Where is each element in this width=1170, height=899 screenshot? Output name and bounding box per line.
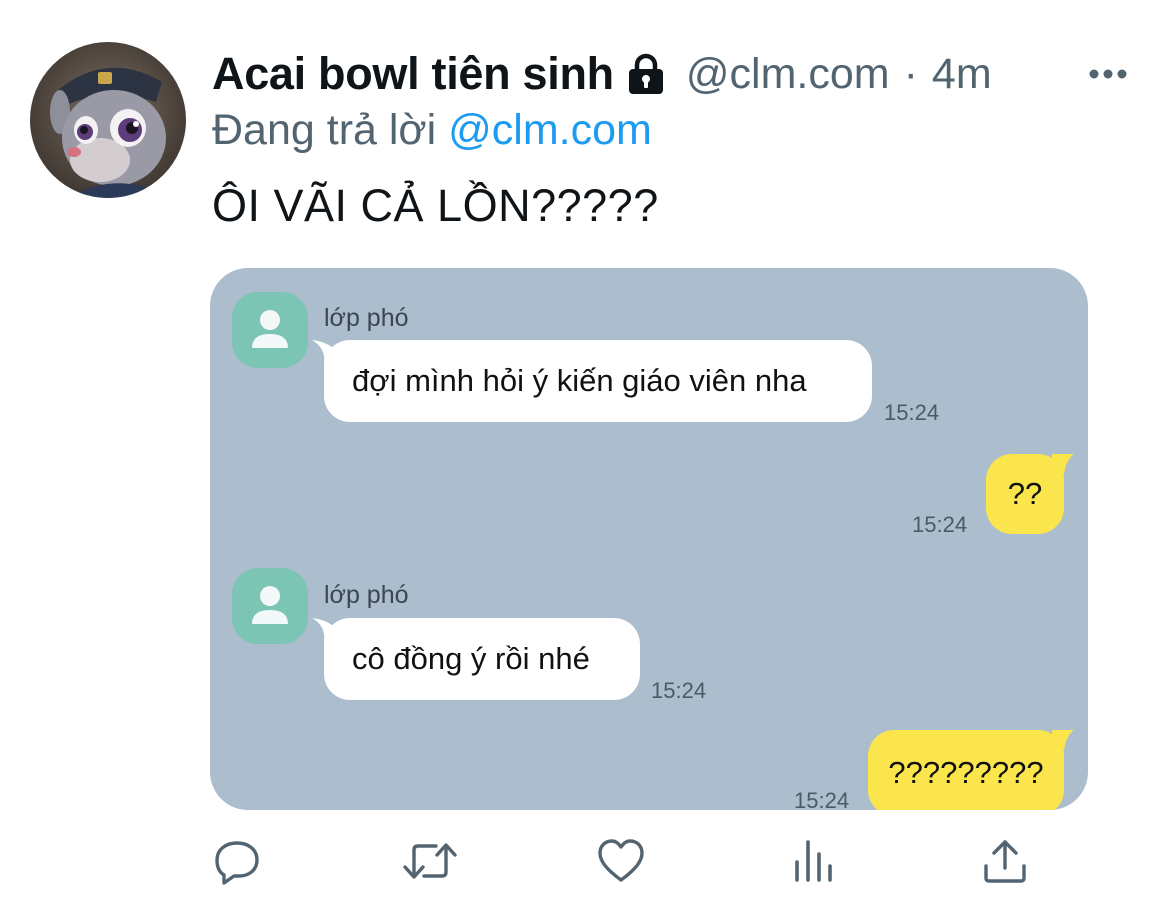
author-avatar[interactable] xyxy=(30,42,186,198)
author-name[interactable]: Acai bowl tiên sinh xyxy=(212,48,614,100)
replying-to: Đang trả lời @clm.com xyxy=(212,106,652,155)
chat-sender-name: lớp phó xyxy=(324,304,409,332)
chat-message-incoming: cô đồng ý rồi nhé xyxy=(324,618,640,700)
tweet-header: Acai bowl tiên sinh @clm.com · 4m xyxy=(212,46,1142,102)
chat-message-time: 15:24 xyxy=(912,512,968,537)
bubble-tail xyxy=(1052,730,1074,752)
author-handle[interactable]: @clm.com xyxy=(686,50,890,99)
retweet-icon[interactable] xyxy=(402,836,457,886)
avatar-image xyxy=(50,67,166,198)
user-icon xyxy=(252,310,288,348)
header-separator: · xyxy=(903,49,918,98)
reply-mention-link[interactable]: @clm.com xyxy=(448,106,652,154)
chat-sender-name: lớp phó xyxy=(324,581,409,609)
tweet-timestamp[interactable]: 4m xyxy=(932,50,992,99)
more-icon[interactable] xyxy=(1086,54,1130,94)
user-icon xyxy=(252,586,288,624)
replying-to-label: Đang trả lời xyxy=(212,106,437,154)
chat-message-incoming: đợi mình hỏi ý kiến giáo viên nha xyxy=(324,340,872,422)
tweet-text: ÔI VÃI CẢ LỒN????? xyxy=(212,180,659,231)
reply-icon[interactable] xyxy=(212,836,262,886)
chat-message-outgoing: ????????? xyxy=(868,730,1064,810)
chat-message-time: 15:24 xyxy=(884,400,940,425)
chat-message-time: 15:24 xyxy=(794,788,850,810)
stats-icon[interactable] xyxy=(790,836,840,886)
chat-avatar xyxy=(232,292,308,368)
chat-avatar xyxy=(232,568,308,644)
share-icon[interactable] xyxy=(980,836,1030,886)
tweet-media-image[interactable]: lớp phó đợi mình hỏi ý kiến giáo viên nh… xyxy=(210,268,1088,810)
chat-message-time: 15:24 xyxy=(651,678,707,703)
like-icon[interactable] xyxy=(596,836,646,886)
bubble-tail xyxy=(1052,454,1074,476)
lock-icon xyxy=(624,52,668,96)
